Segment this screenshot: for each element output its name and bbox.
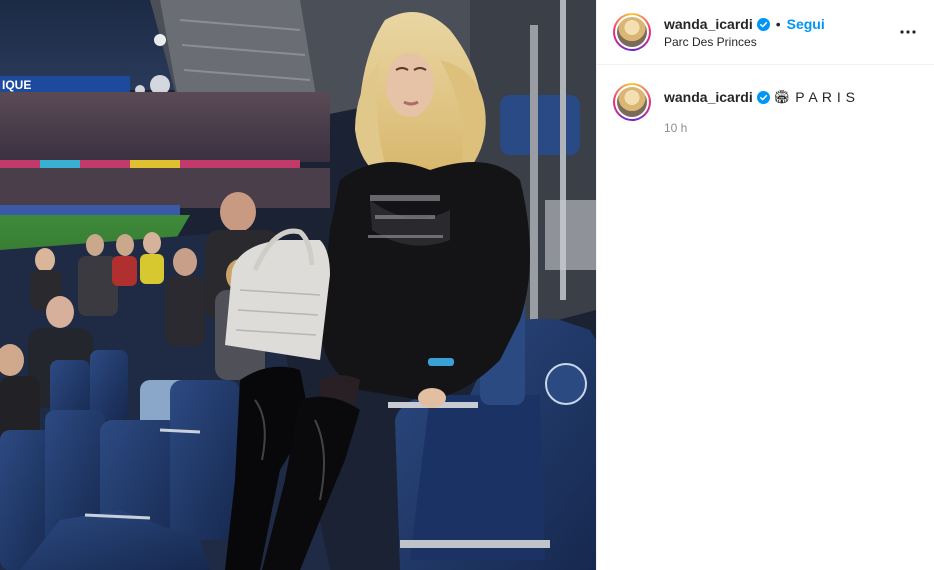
caption-avatar[interactable] [613,83,651,121]
header-user-line: wanda_icardi • Segui [664,15,825,33]
verified-badge-icon [756,17,770,31]
post-timestamp[interactable]: 10 h [664,121,856,135]
avatar[interactable] [613,13,651,51]
follow-button[interactable]: Segui [787,15,825,33]
header-username[interactable]: wanda_icardi [664,15,753,33]
location-link[interactable]: Parc Des Princes [664,35,825,49]
caption-text: P A R I S [795,89,856,105]
caption-block: wanda_icardi 🏟 P A R I S 10 h [597,65,934,135]
post-side-panel: wanda_icardi • Segui Parc Des Princes wa… [596,0,934,570]
caption-avatar-image [617,87,647,117]
caption-line: wanda_icardi 🏟 P A R I S [664,88,856,106]
ellipsis-icon [900,30,916,34]
stadium-photo: IQUE [0,0,596,570]
caption-body: wanda_icardi 🏟 P A R I S 10 h [664,83,856,135]
post-photo[interactable]: IQUE [0,0,596,570]
more-options-button[interactable] [896,20,920,44]
header-text: wanda_icardi • Segui Parc Des Princes [664,15,825,49]
stadium-sign-text: IQUE [2,78,31,92]
stadium-emoji-icon: 🏟 [773,89,791,104]
post-header: wanda_icardi • Segui Parc Des Princes [597,0,934,65]
caption-username[interactable]: wanda_icardi [664,88,753,106]
avatar-image [617,17,647,47]
header-separator: • [775,16,781,32]
caption-verified-badge-icon [756,90,770,104]
